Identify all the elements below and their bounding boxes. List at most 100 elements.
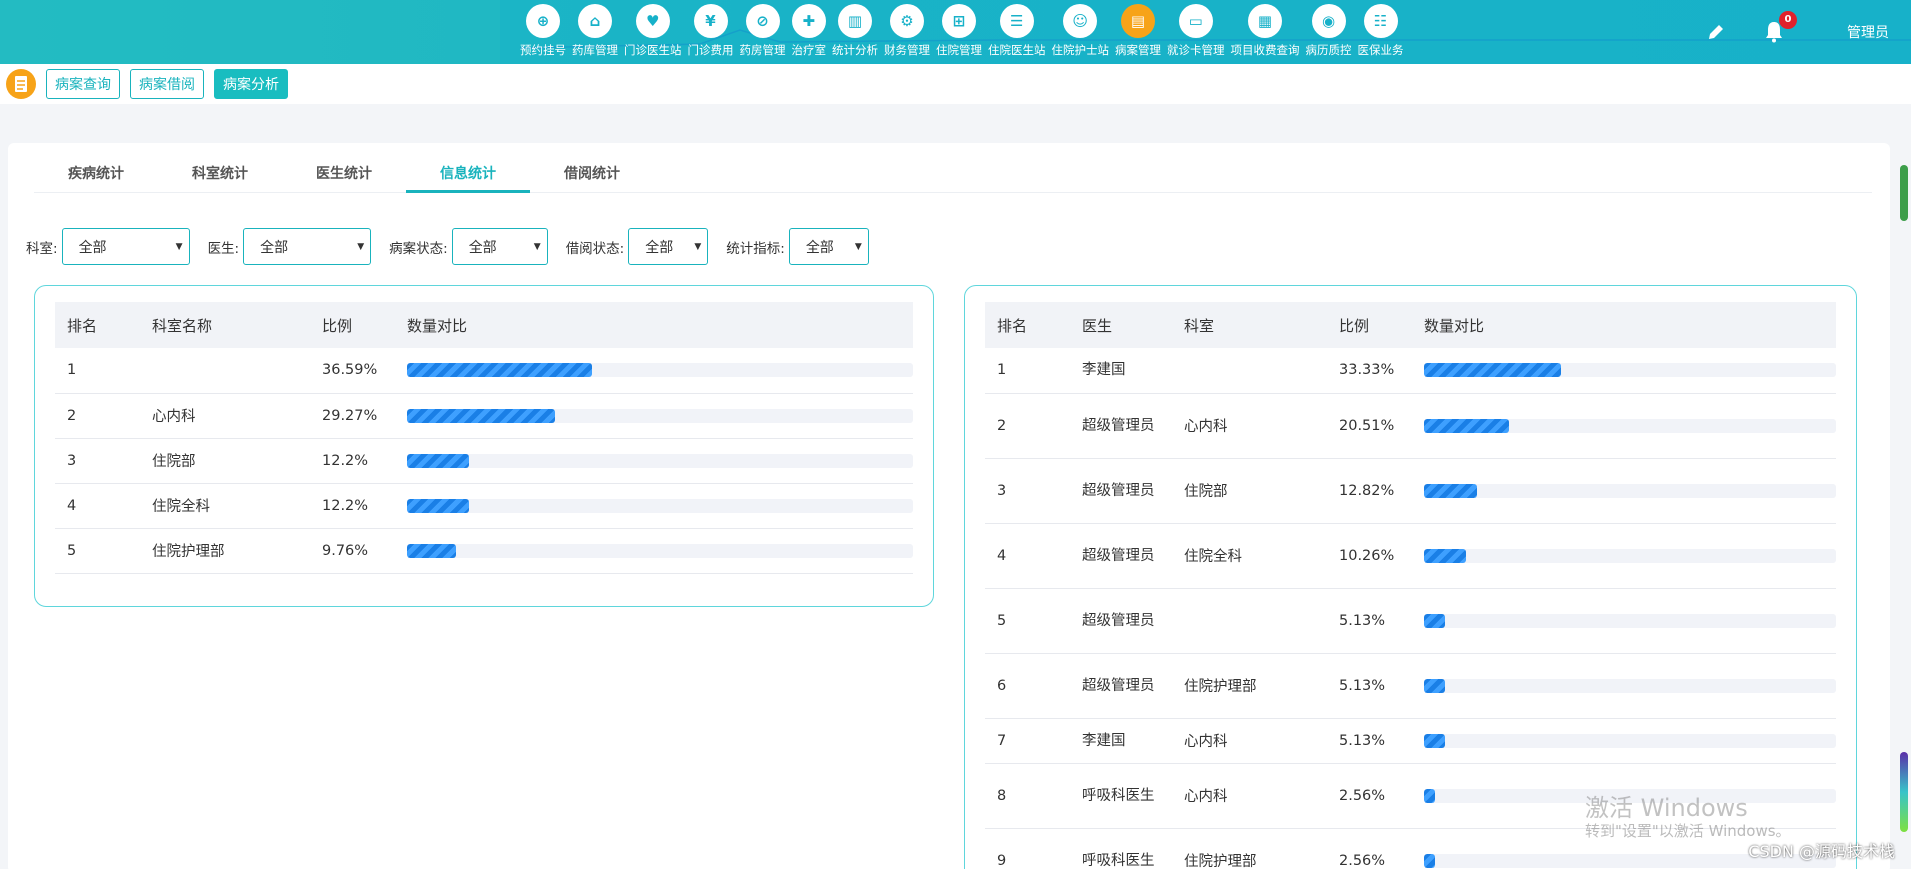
department-ranking-panel: 排名 科室名称 比例 数量对比 1 36.59% 2 心内科 29.27% 3 住院部 12.…	[34, 285, 934, 607]
record-status-filter-value: 全部	[468, 239, 497, 256]
dept-cell	[1172, 588, 1327, 654]
ratio-header: 比例	[1327, 302, 1412, 348]
comparison-bar-cell	[1412, 588, 1836, 654]
record-borrow-button[interactable]: 病案借阅	[130, 69, 204, 99]
nav-item-insurance[interactable]: ☷ 医保业务	[1358, 4, 1404, 62]
dept-filter-select[interactable]: 全部 ▼	[61, 228, 190, 265]
comparison-bar-track	[407, 498, 913, 513]
top-nav-bar: ⊕ 预约挂号 ⌂ 药库管理 ♥ 门诊医生站 ¥ 门诊费用 ⊘ 药房管理 ✚ 治疗室 ▥ 统计分析 ⚙ 财务管理…	[0, 0, 1911, 64]
finance-gear-icon: ⚙	[890, 4, 924, 38]
table-row: 2 心内科 29.27%	[55, 393, 913, 439]
nav-item-yen[interactable]: ¥ 门诊费用	[688, 4, 734, 62]
table-header-row: 排名 医生 科室 比例 数量对比	[985, 302, 1836, 348]
tab-borrow-stats[interactable]: 借阅统计	[530, 163, 654, 192]
doctor-name-cell: 超级管理员	[1070, 523, 1172, 589]
ratio-cell: 2.56%	[1327, 763, 1412, 829]
nav-item-finance-gear[interactable]: ⚙ 财务管理	[884, 4, 930, 62]
card-icon: ▭	[1178, 4, 1213, 38]
ratio-cell: 33.33%	[1327, 348, 1412, 394]
table-header-row: 排名 科室名称 比例 数量对比	[55, 302, 913, 348]
rank-cell: 8	[985, 763, 1070, 829]
dept-name-cell: 住院全科	[140, 483, 310, 529]
dept-cell: 住院护理部	[1172, 828, 1327, 869]
nav-item-label: 病历质控	[1305, 43, 1352, 57]
outpatient-doctor-icon: ♥	[635, 4, 670, 38]
nav-item-appointment[interactable]: ⊕ 预约挂号	[520, 4, 566, 62]
comparison-bar-fill	[407, 408, 556, 423]
record-query-button[interactable]: 病案查询	[46, 69, 120, 99]
comparison-bar-fill	[1424, 733, 1446, 748]
dept-name-header: 科室名称	[140, 302, 310, 348]
comparison-bar-track	[1424, 418, 1836, 433]
nav-item-treatment[interactable]: ✚ 治疗室	[792, 4, 826, 62]
nav-item-chart[interactable]: ▥ 统计分析	[832, 4, 878, 62]
notification-count-badge: 0	[1779, 11, 1797, 29]
comparison-bar-track	[407, 408, 913, 423]
borrow-status-filter-label: 借阅状态:	[565, 240, 625, 257]
rank-cell: 6	[985, 653, 1070, 719]
ratio-cell: 12.2%	[310, 438, 395, 484]
nav-item-receipt[interactable]: ▦ 项目收费查询	[1231, 4, 1300, 62]
dropdown-arrow-icon: ▼	[533, 242, 541, 252]
nav-item-pharmacy-store[interactable]: ⌂ 药库管理	[572, 4, 618, 62]
nav-item-medical-record[interactable]: ▤ 病案管理	[1115, 4, 1161, 62]
username-label[interactable]: 管理员	[1847, 22, 1889, 42]
nurse-icon: ☺	[1063, 4, 1098, 38]
comparison-bar-fill	[1424, 613, 1446, 628]
rank-cell: 7	[985, 718, 1070, 764]
nav-item-inpatient-doctor[interactable]: ☰ 住院医生站	[988, 4, 1046, 62]
dept-name-cell: 住院护理部	[140, 528, 310, 574]
nav-item-label: 病案管理	[1115, 43, 1161, 57]
comparison-bar-fill	[407, 498, 469, 513]
doctor-name-cell: 超级管理员	[1070, 458, 1172, 524]
scrollbar-thumb[interactable]	[1900, 165, 1908, 221]
nav-item-label: 住院医生站	[988, 43, 1046, 57]
nav-item-card[interactable]: ▭ 就诊卡管理	[1167, 4, 1225, 62]
comparison-bar-cell	[395, 393, 913, 439]
metric-filter-label: 统计指标:	[726, 240, 785, 257]
nav-item-outpatient-doctor[interactable]: ♥ 门诊医生站	[624, 4, 682, 62]
rank-cell: 1	[55, 348, 140, 394]
comparison-bar-track	[1424, 483, 1836, 498]
doctor-filter-select[interactable]: 全部 ▼	[243, 228, 372, 265]
comparison-bar-cell	[395, 528, 913, 574]
tab-doctor-stats[interactable]: 医生统计	[282, 163, 406, 192]
sub-nav-bar: 病案查询 病案借阅 病案分析	[0, 64, 1911, 104]
nav-item-label: 医保业务	[1357, 43, 1404, 57]
ratio-cell: 12.2%	[310, 483, 395, 529]
receipt-icon: ▦	[1248, 4, 1282, 38]
dept-name-cell: 心内科	[140, 393, 310, 439]
pill-icon: ⊘	[745, 4, 780, 38]
comparison-bar-fill	[1424, 788, 1435, 803]
comparison-bar-track	[407, 363, 913, 378]
doctor-header: 医生	[1070, 302, 1172, 348]
nav-item-label: 就诊卡管理	[1167, 43, 1225, 57]
dropdown-arrow-icon: ▼	[175, 242, 183, 252]
comparison-bar-fill	[1424, 363, 1562, 378]
nav-item-quality-control[interactable]: ◉ 病历质控	[1306, 4, 1352, 62]
nav-item-bed[interactable]: ⊞ 住院管理	[936, 4, 982, 62]
tab-disease-stats[interactable]: 疾病统计	[34, 163, 158, 192]
comparison-bar-cell	[395, 438, 913, 484]
quality-control-icon: ◉	[1311, 4, 1346, 38]
rank-cell: 5	[55, 528, 140, 574]
doctor-filter-value: 全部	[260, 239, 289, 256]
tab-department-stats[interactable]: 科室统计	[158, 163, 282, 192]
dept-cell: 心内科	[1172, 763, 1327, 829]
record-status-filter-select[interactable]: 全部 ▼	[451, 228, 548, 265]
table-row: 2 超级管理员 心内科 20.51%	[985, 393, 1836, 459]
edit-pencil-icon[interactable]	[1703, 19, 1729, 45]
borrow-status-filter-select[interactable]: 全部 ▼	[628, 228, 709, 265]
nav-item-nurse[interactable]: ☺ 住院护士站	[1051, 4, 1110, 62]
rank-header: 排名	[985, 302, 1070, 348]
comparison-bar-track	[1424, 548, 1836, 563]
notification-bell-icon[interactable]: 0	[1761, 11, 1797, 45]
nav-item-label: 住院护士站	[1051, 43, 1110, 57]
nav-item-label: 药房管理	[739, 43, 786, 57]
metric-filter-select[interactable]: 全部 ▼	[788, 228, 869, 265]
nav-item-pill[interactable]: ⊘ 药房管理	[740, 4, 786, 62]
record-analysis-button[interactable]: 病案分析	[214, 69, 288, 99]
tab-info-stats[interactable]: 信息统计	[406, 163, 530, 193]
nav-item-label: 门诊医生站	[624, 43, 682, 57]
comparison-bar-cell	[1412, 393, 1836, 459]
